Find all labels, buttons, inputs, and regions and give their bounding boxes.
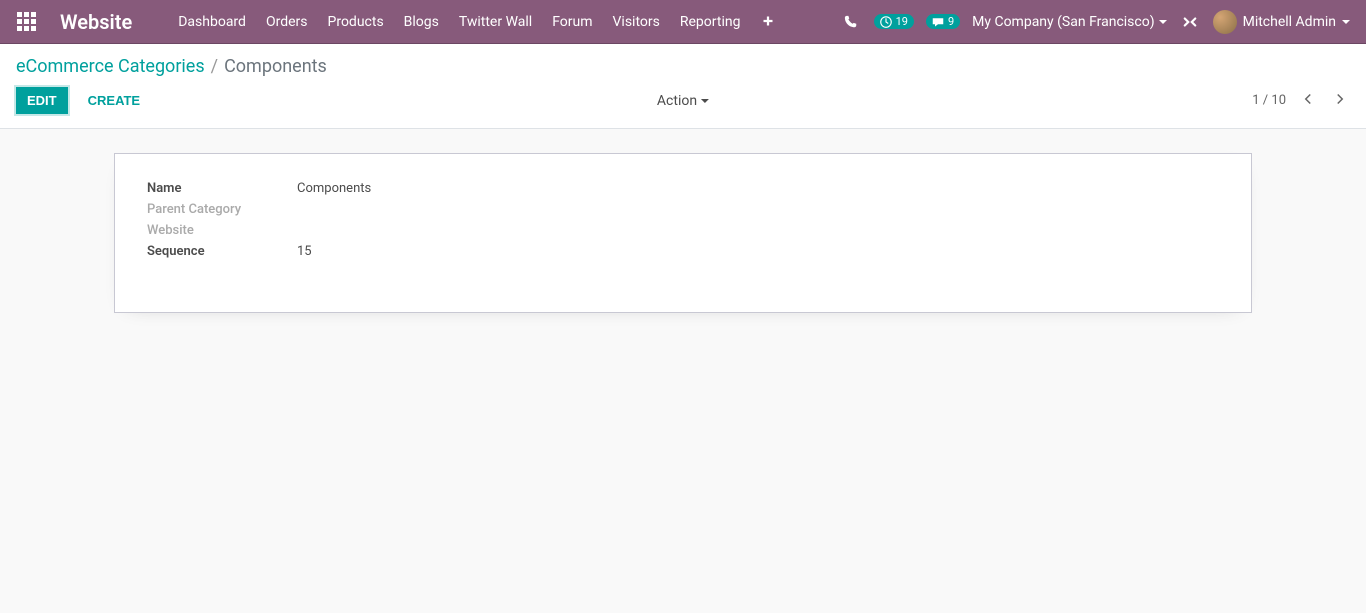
nav-forum[interactable]: Forum	[542, 0, 602, 44]
nav-menu: Dashboard Orders Products Blogs Twitter …	[168, 0, 786, 44]
activities-count: 19	[896, 15, 908, 28]
action-dropdown[interactable]: Action	[657, 93, 709, 109]
value-sequence: 15	[297, 244, 312, 259]
apps-menu-icon[interactable]	[8, 12, 44, 31]
main-navbar: Website Dashboard Orders Products Blogs …	[0, 0, 1366, 44]
nav-twitter-wall[interactable]: Twitter Wall	[449, 0, 542, 44]
pager-next[interactable]	[1330, 89, 1350, 113]
pager-text[interactable]: 1 / 10	[1252, 93, 1286, 108]
nav-orders[interactable]: Orders	[256, 0, 318, 44]
messages-badge[interactable]: 9	[926, 14, 960, 29]
company-switcher[interactable]: My Company (San Francisco)	[972, 14, 1166, 30]
nav-add-icon[interactable]	[750, 0, 786, 44]
user-name: Mitchell Admin	[1243, 14, 1336, 30]
breadcrumb: eCommerce Categories / Components	[0, 44, 1366, 77]
caret-down-icon	[1159, 20, 1167, 24]
messages-count: 9	[948, 15, 954, 28]
nav-right: 19 9 My Company (San Francisco) Mitchell…	[840, 10, 1358, 34]
nav-reporting[interactable]: Reporting	[670, 0, 751, 44]
nav-products[interactable]: Products	[318, 0, 394, 44]
caret-down-icon	[1342, 20, 1350, 24]
label-sequence: Sequence	[147, 244, 297, 259]
caret-down-icon	[701, 99, 709, 103]
user-menu[interactable]: Mitchell Admin	[1213, 10, 1358, 34]
activities-badge[interactable]: 19	[874, 14, 914, 29]
form-container: Name Components Parent Category Website …	[0, 129, 1366, 337]
form-sheet: Name Components Parent Category Website …	[114, 153, 1252, 313]
phone-icon[interactable]	[840, 15, 862, 29]
field-website: Website	[147, 220, 683, 241]
edit-button[interactable]: EDIT	[16, 87, 68, 114]
nav-visitors[interactable]: Visitors	[603, 0, 670, 44]
debug-icon[interactable]	[1179, 15, 1201, 29]
avatar	[1213, 10, 1237, 34]
control-panel: eCommerce Categories / Components EDIT C…	[0, 44, 1366, 129]
label-parent-category: Parent Category	[147, 202, 297, 217]
breadcrumb-current: Components	[224, 56, 327, 77]
breadcrumb-separator: /	[211, 56, 218, 77]
value-name: Components	[297, 181, 371, 196]
nav-dashboard[interactable]: Dashboard	[168, 0, 256, 44]
breadcrumb-parent[interactable]: eCommerce Categories	[16, 56, 205, 77]
pager: 1 / 10	[1252, 89, 1350, 113]
actions-row: EDIT CREATE Action 1 / 10	[0, 77, 1366, 128]
field-parent-category: Parent Category	[147, 199, 683, 220]
form-table: Name Components Parent Category Website …	[147, 178, 683, 262]
nav-blogs[interactable]: Blogs	[394, 0, 449, 44]
apps-grid-icon	[17, 12, 36, 31]
field-sequence: Sequence 15	[147, 241, 683, 262]
action-label: Action	[657, 93, 697, 109]
label-name: Name	[147, 181, 297, 196]
create-button[interactable]: CREATE	[76, 88, 152, 113]
label-website: Website	[147, 223, 297, 238]
field-name: Name Components	[147, 178, 683, 199]
pager-prev[interactable]	[1298, 89, 1318, 113]
company-name: My Company (San Francisco)	[972, 14, 1154, 30]
app-brand[interactable]: Website	[60, 10, 132, 34]
